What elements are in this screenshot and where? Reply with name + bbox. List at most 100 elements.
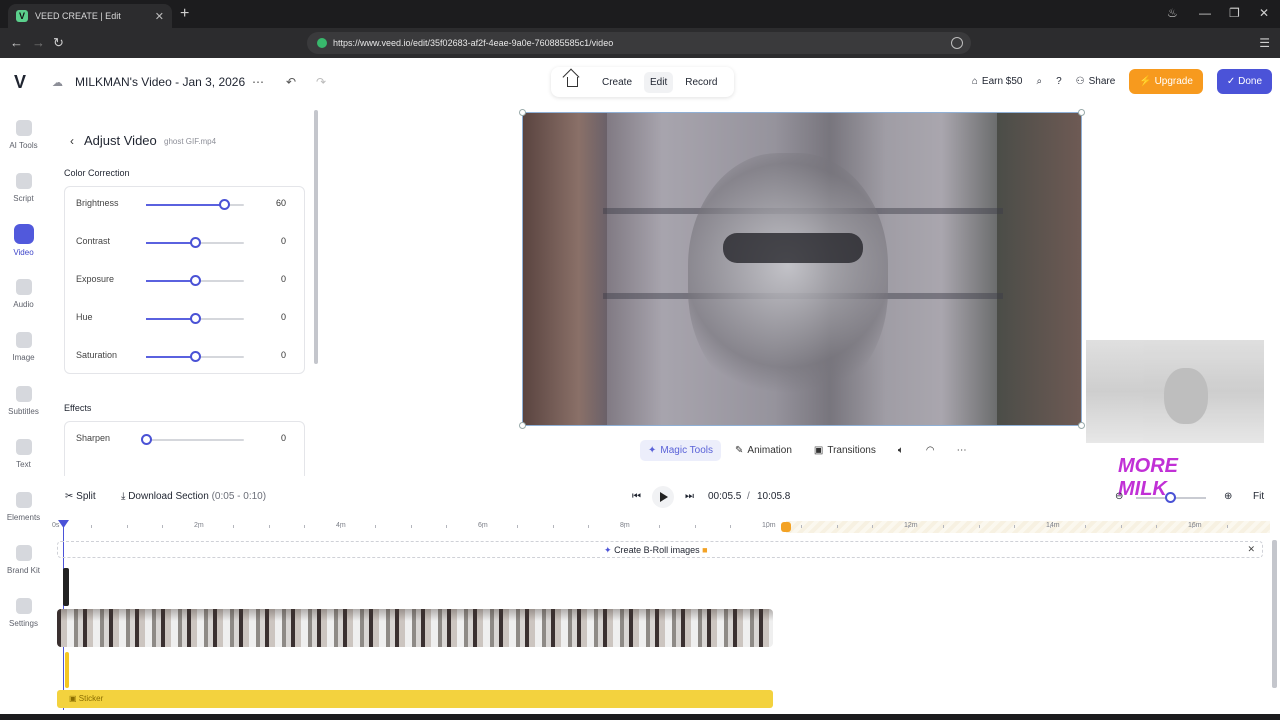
transitions-label: Transitions <box>827 444 876 456</box>
exposure-slider[interactable] <box>146 275 244 286</box>
resize-handle[interactable] <box>519 422 526 429</box>
download-section-button[interactable]: ⤓ Download Section (0:05 - 0:10) <box>121 491 266 502</box>
sidebar-item-settings[interactable]: Settings <box>0 598 47 628</box>
exposure-slider-handle[interactable] <box>190 275 201 286</box>
saturation-slider-handle[interactable] <box>190 351 201 362</box>
sharpen-label: Sharpen <box>76 433 111 443</box>
upgrade-button[interactable]: ⚡ Upgrade <box>1129 69 1203 94</box>
broll-track[interactable]: ✦ Create B-Roll images ■ ✕ <box>57 541 1263 558</box>
close-icon[interactable]: ✕ <box>1247 544 1255 555</box>
more-icon[interactable]: ⋯ <box>949 440 975 461</box>
contrast-value[interactable]: 0 <box>281 236 286 246</box>
site-settings-icon[interactable] <box>951 37 963 49</box>
transitions-button[interactable]: ▣ Transitions <box>806 440 884 461</box>
timeline-scrollbar[interactable] <box>1272 540 1277 688</box>
minimize-icon[interactable]: — <box>1199 6 1211 20</box>
speed-icon[interactable]: ◠ <box>918 440 943 461</box>
ruler-tick <box>730 525 731 528</box>
tab-edit[interactable]: Edit <box>644 71 674 93</box>
brightness-row: Brightness 60 <box>65 194 306 214</box>
back-arrow-icon[interactable]: ‹ <box>70 134 74 148</box>
sidebar-item-subtitles[interactable]: Subtitles <box>0 386 47 416</box>
overlay-clip[interactable] <box>65 652 69 688</box>
play-button[interactable] <box>652 486 674 508</box>
resize-handle[interactable] <box>519 109 526 116</box>
contrast-slider[interactable] <box>146 237 244 248</box>
sticker-clip[interactable]: ▣ Sticker <box>57 690 773 708</box>
animation-button[interactable]: ✎ Animation <box>727 440 800 461</box>
create-broll-button[interactable]: ✦ Create B-Roll images ■ <box>604 545 708 556</box>
veed-logo[interactable]: V <box>14 72 26 93</box>
tab-create[interactable]: Create <box>596 72 638 93</box>
video-preview[interactable] <box>522 112 1082 426</box>
flame-icon[interactable]: ♨ <box>1167 6 1178 20</box>
close-window-icon[interactable]: ✕ <box>1259 6 1269 20</box>
new-tab-icon[interactable]: + <box>180 5 189 23</box>
hue-slider-handle[interactable] <box>190 313 201 324</box>
zoom-slider-handle[interactable] <box>1165 492 1176 503</box>
sharpen-value[interactable]: 0 <box>281 433 286 443</box>
sidebar-item-audio[interactable]: Audio <box>0 279 47 309</box>
back-icon[interactable]: ← <box>10 35 23 50</box>
hue-value[interactable]: 0 <box>281 312 286 322</box>
ruler-tick <box>197 525 199 528</box>
browser-tab[interactable]: V VEED CREATE | Edit ✕ <box>8 4 172 28</box>
saturation-slider[interactable] <box>146 351 244 362</box>
sidebar-item-text[interactable]: Text <box>0 439 47 469</box>
brightness-slider[interactable] <box>146 199 244 210</box>
sharpen-slider-handle[interactable] <box>141 434 152 445</box>
url-field[interactable]: https://www.veed.io/edit/35f02683-af2f-4… <box>307 32 971 54</box>
home-icon[interactable] <box>567 77 578 87</box>
brightness-value[interactable]: 60 <box>276 198 286 208</box>
sidebar-item-video[interactable]: Video <box>0 224 47 257</box>
help-icon[interactable]: ? <box>1056 76 1062 87</box>
audio-clip[interactable] <box>63 568 69 606</box>
reload-icon[interactable]: ↻ <box>53 35 64 51</box>
share-label: Share <box>1088 76 1116 87</box>
done-button[interactable]: ✓ Done <box>1216 69 1272 94</box>
video-clip[interactable] <box>57 609 773 647</box>
ruler-tick <box>162 525 163 528</box>
exposure-value[interactable]: 0 <box>281 274 286 284</box>
sidebar-item-brand-kit[interactable]: Brand Kit <box>0 545 47 575</box>
resize-handle[interactable] <box>1078 422 1085 429</box>
timeline-ruler[interactable]: 0s 2m 4m 6m 8m 10m 12m 14m 16m <box>52 518 1270 536</box>
split-button[interactable]: ✂ Split <box>65 491 96 502</box>
maximize-icon[interactable]: ❐ <box>1229 6 1240 20</box>
ruler-tick <box>588 525 589 528</box>
search-icon[interactable]: ⌕ <box>1037 76 1043 87</box>
saturation-value[interactable]: 0 <box>281 350 286 360</box>
end-marker-icon[interactable] <box>781 522 791 532</box>
sidebar-item-script[interactable]: Script <box>0 173 47 203</box>
brightness-slider-handle[interactable] <box>219 199 231 210</box>
more-options-icon[interactable]: ⋯ <box>252 75 264 89</box>
tab-record[interactable]: Record <box>679 72 723 93</box>
forward-icon[interactable]: → <box>32 35 45 50</box>
undo-icon[interactable]: ↶ <box>286 75 296 89</box>
browser-tab-bar: V VEED CREATE | Edit ✕ + ♨ — ❐ ✕ <box>0 0 1280 28</box>
redo-icon[interactable]: ↷ <box>316 75 326 89</box>
ruler-tick <box>410 525 412 528</box>
zoom-in-icon[interactable]: ⊕ <box>1224 491 1232 502</box>
contrast-slider-handle[interactable] <box>190 237 201 248</box>
resize-handle[interactable] <box>1078 109 1085 116</box>
volume-icon[interactable]: 🔈︎ <box>890 440 912 461</box>
skip-forward-icon[interactable]: ⏭︎ <box>685 491 694 502</box>
panel-scrollbar[interactable] <box>314 110 318 364</box>
magic-tools-button[interactable]: ✦ Magic Tools <box>640 439 722 461</box>
browser-menu-icon[interactable]: ☰ <box>1259 36 1270 50</box>
sidebar-item-ai-tools[interactable]: AI Tools <box>0 120 47 150</box>
skip-back-icon[interactable]: ⏮︎ <box>632 491 641 502</box>
project-title[interactable]: MILKMAN's Video - Jan 3, 2026 <box>75 75 245 89</box>
close-tab-icon[interactable]: ✕ <box>155 10 164 23</box>
hue-slider[interactable] <box>146 313 244 324</box>
sharpen-slider[interactable] <box>141 434 244 445</box>
webcam-overlay[interactable] <box>1086 340 1264 443</box>
ruler-tick <box>304 525 305 528</box>
share-button[interactable]: ⚇ Share <box>1076 76 1116 87</box>
zoom-out-icon[interactable]: ⊖ <box>1115 491 1123 502</box>
earn-button[interactable]: ⌂ Earn $50 <box>972 76 1023 87</box>
fit-button[interactable]: Fit <box>1253 491 1264 502</box>
download-range: (0:05 - 0:10) <box>211 491 267 502</box>
sidebar-item-image[interactable]: Image <box>0 332 47 362</box>
